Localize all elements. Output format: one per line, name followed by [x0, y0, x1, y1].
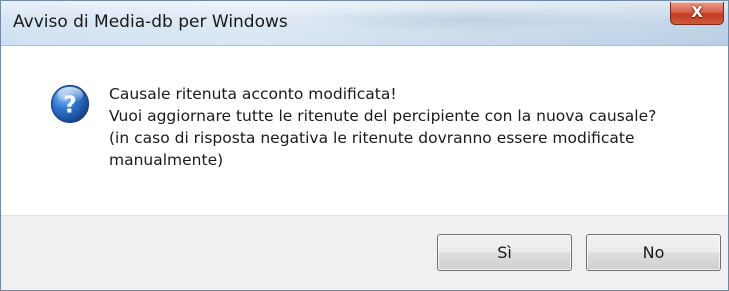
message-line: (in caso di risposta negativa le ritenut…: [109, 129, 635, 147]
message-line: Causale ritenuta acconto modificata!: [109, 85, 397, 103]
window-title: Avviso di Media-db per Windows: [13, 12, 288, 32]
svg-text:?: ?: [63, 93, 76, 119]
close-button[interactable]: X: [670, 2, 724, 25]
message-dialog: Avviso di Media-db per Windows X ? Causa…: [0, 0, 729, 291]
title-bar[interactable]: Avviso di Media-db per Windows X: [1, 1, 728, 46]
no-button[interactable]: No: [586, 234, 721, 271]
message-line: Vuoi aggiornare tutte le ritenute del pe…: [109, 107, 657, 125]
close-icon: X: [691, 3, 703, 21]
message-area: ? Causale ritenuta acconto modificata! V…: [1, 47, 728, 215]
button-bar: Sì No: [1, 215, 728, 290]
message-line: manualmente): [109, 151, 224, 169]
question-icon: ?: [50, 84, 90, 124]
message-text: Causale ritenuta acconto modificata! Vuo…: [109, 83, 709, 171]
yes-button[interactable]: Sì: [437, 234, 572, 271]
